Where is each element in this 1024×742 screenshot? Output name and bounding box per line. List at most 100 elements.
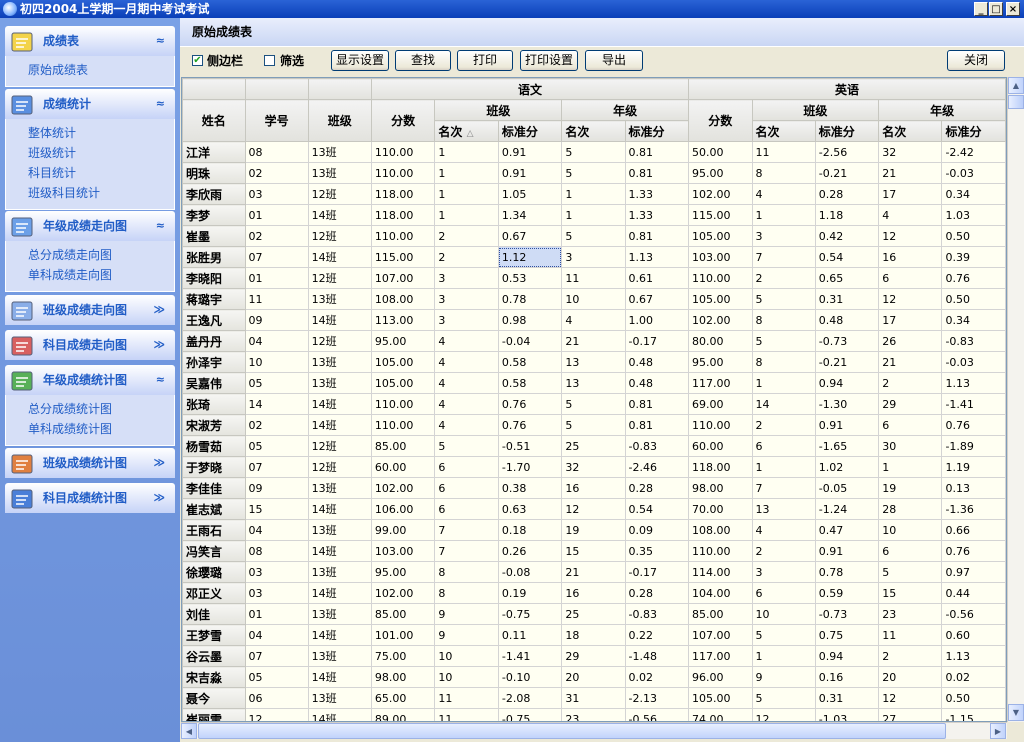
table-cell[interactable]: 1 — [434, 183, 499, 205]
table-cell[interactable]: 14班 — [307, 498, 372, 520]
table-cell[interactable]: 14班 — [307, 708, 372, 721]
table-cell[interactable]: 14班 — [307, 540, 372, 562]
sidebar-panel-header[interactable]: 班级成绩统计图 ≫ — [5, 448, 175, 478]
table-cell[interactable]: 10 — [878, 519, 943, 541]
student-name-cell[interactable]: 杨雪茹 — [182, 435, 246, 457]
table-cell[interactable]: 0.28 — [624, 582, 690, 604]
table-cell[interactable]: 04 — [244, 624, 309, 646]
table-cell[interactable]: 5 — [751, 288, 816, 310]
table-cell[interactable]: -0.83 — [941, 330, 1006, 352]
table-cell[interactable]: 29 — [561, 645, 626, 667]
table-row[interactable]: 王逸凡 09 14班 113.00 3 0.98 4 1.00 102.00 8 0.48 17 0.3… — [182, 309, 1006, 331]
table-row[interactable]: 崔丽雪 12 14班 89.00 11 -0.75 23 -0.56 74.00 12 -1.03 2… — [182, 708, 1006, 721]
table-cell[interactable]: 118.00 — [370, 204, 436, 226]
table-cell[interactable]: 5 — [561, 225, 626, 247]
maximize-button[interactable]: □ — [989, 2, 1003, 16]
filter-checkbox-label[interactable]: 筛选 — [280, 52, 304, 69]
table-cell[interactable]: 50.00 — [688, 141, 753, 163]
table-cell[interactable]: -2.13 — [624, 687, 690, 709]
table-cell[interactable]: 0.31 — [814, 288, 880, 310]
table-cell[interactable]: 0.91 — [814, 540, 880, 562]
table-cell[interactable]: 1 — [751, 645, 816, 667]
student-name-cell[interactable]: 明珠 — [182, 162, 246, 184]
table-cell[interactable]: 0.16 — [814, 666, 880, 688]
table-cell[interactable]: 21 — [878, 162, 943, 184]
table-cell[interactable]: 85.00 — [370, 435, 436, 457]
table-cell[interactable]: 0.53 — [497, 267, 563, 289]
table-cell[interactable]: 0.38 — [497, 477, 563, 499]
table-cell[interactable]: 102.00 — [688, 183, 753, 205]
table-cell[interactable]: 07 — [244, 246, 309, 268]
table-cell[interactable]: 8 — [434, 582, 499, 604]
student-name-cell[interactable]: 宋吉淼 — [182, 666, 246, 688]
table-cell[interactable]: 14班 — [307, 246, 372, 268]
table-cell[interactable]: 95.00 — [688, 162, 753, 184]
student-name-cell[interactable]: 冯笑言 — [182, 540, 246, 562]
table-cell[interactable]: 0.98 — [497, 309, 563, 331]
table-cell[interactable]: 0.59 — [814, 582, 880, 604]
table-cell[interactable]: 13 — [561, 351, 626, 373]
table-cell[interactable]: 0.67 — [497, 225, 563, 247]
table-cell[interactable]: 1 — [751, 204, 816, 226]
table-cell[interactable]: 12班 — [307, 225, 372, 247]
table-cell[interactable]: -1.41 — [941, 393, 1006, 415]
table-cell[interactable]: 7 — [751, 477, 816, 499]
table-cell[interactable]: 21 — [878, 351, 943, 373]
scroll-up-icon[interactable]: ▲ — [1008, 77, 1024, 94]
student-name-cell[interactable]: 刘佳 — [182, 603, 246, 625]
table-cell[interactable]: 0.91 — [497, 141, 563, 163]
student-name-cell[interactable]: 王梦雪 — [182, 624, 246, 646]
table-cell[interactable]: 6 — [751, 582, 816, 604]
table-cell[interactable]: 16 — [561, 582, 626, 604]
table-cell[interactable]: 14班 — [307, 309, 372, 331]
table-cell[interactable]: 12班 — [307, 267, 372, 289]
student-name-cell[interactable]: 王雨石 — [182, 519, 246, 541]
table-cell[interactable]: 1 — [561, 183, 626, 205]
table-cell[interactable]: 23 — [878, 603, 943, 625]
table-cell[interactable]: 110.00 — [688, 267, 753, 289]
table-cell[interactable]: 11 — [434, 687, 499, 709]
table-cell[interactable]: 3 — [751, 225, 816, 247]
table-cell[interactable]: 9 — [751, 666, 816, 688]
score-grid[interactable]: 语文 英语 姓名 学号 班级 分数 班级 年级 分数 班级 年级 名次 △ 标准… — [181, 77, 1007, 722]
table-cell[interactable]: 9 — [434, 603, 499, 625]
table-cell[interactable]: 16 — [878, 246, 943, 268]
table-row[interactable]: 宋淑芳 02 14班 110.00 4 0.76 5 0.81 110.00 2 0.91 6 0.76 — [182, 414, 1006, 436]
table-cell[interactable]: 14班 — [307, 624, 372, 646]
sidebar-panel-header[interactable]: 年级成绩统计图 ≈ — [5, 365, 175, 395]
table-cell[interactable]: 01 — [244, 267, 309, 289]
table-cell[interactable]: 17 — [878, 183, 943, 205]
table-cell[interactable]: 1 — [561, 204, 626, 226]
table-cell[interactable]: 03 — [244, 582, 309, 604]
student-name-cell[interactable]: 江洋 — [182, 141, 246, 163]
table-cell[interactable]: 103.00 — [688, 246, 753, 268]
table-cell[interactable]: 15 — [244, 498, 309, 520]
table-cell[interactable]: 0.02 — [941, 666, 1006, 688]
header-chinese-grade-std[interactable]: 标准分 — [624, 120, 690, 142]
table-cell[interactable]: 118.00 — [370, 183, 436, 205]
table-cell[interactable]: 105.00 — [370, 372, 436, 394]
table-row[interactable]: 盖丹丹 04 12班 95.00 4 -0.04 21 -0.17 80.00 5 -0.73 26-… — [182, 330, 1006, 352]
table-cell[interactable]: 0.75 — [814, 624, 880, 646]
table-cell[interactable]: 0.91 — [497, 162, 563, 184]
table-cell[interactable]: 6 — [434, 477, 499, 499]
header-name[interactable]: 姓名 — [182, 99, 246, 142]
panel-toggle-icon[interactable]: ≈ — [156, 365, 165, 395]
table-cell[interactable]: -0.03 — [941, 162, 1006, 184]
student-name-cell[interactable]: 李晓阳 — [182, 267, 246, 289]
sidebar-link[interactable]: 单科成绩统计图 — [6, 419, 174, 439]
table-cell[interactable]: 5 — [561, 141, 626, 163]
table-cell[interactable]: 13班 — [307, 141, 372, 163]
table-cell[interactable]: -1.65 — [814, 435, 880, 457]
table-cell[interactable]: -2.46 — [624, 456, 690, 478]
sidebar-panel-header[interactable]: 科目成绩统计图 ≫ — [5, 483, 175, 513]
sidebar-checkbox-label[interactable]: 侧边栏 — [207, 52, 243, 69]
table-cell[interactable]: 13班 — [307, 645, 372, 667]
sidebar-link[interactable]: 班级统计 — [6, 143, 174, 163]
table-cell[interactable]: 0.11 — [497, 624, 563, 646]
panel-toggle-icon[interactable]: ≫ — [153, 295, 165, 325]
table-cell[interactable]: 12 — [878, 288, 943, 310]
table-cell[interactable]: 26 — [878, 330, 943, 352]
table-cell[interactable]: 20 — [878, 666, 943, 688]
table-cell[interactable]: 0.81 — [624, 162, 690, 184]
